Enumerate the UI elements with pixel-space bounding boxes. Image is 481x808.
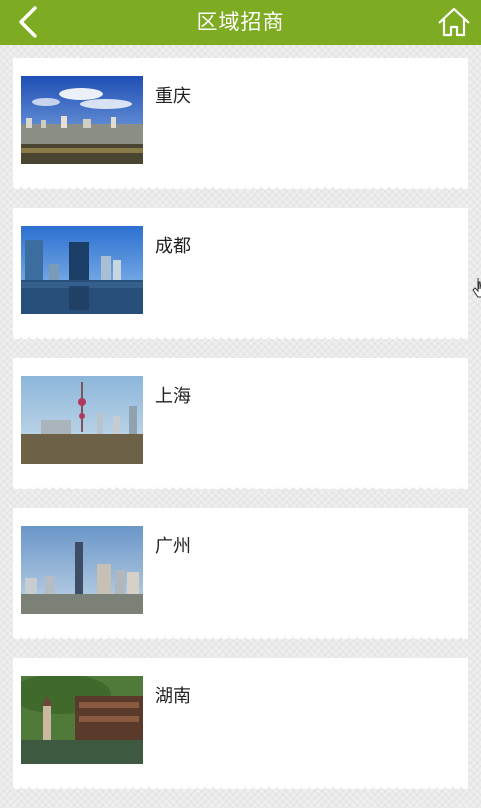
hand-pointer-icon	[472, 278, 481, 298]
page-title: 区域招商	[196, 10, 285, 34]
region-item-shanghai[interactable]: 上海	[13, 358, 468, 493]
region-item-guangzhou[interactable]: 广州	[13, 508, 468, 643]
region-name: 湖南	[155, 686, 191, 707]
region-list: 重庆 成都 上海 广州 湖南	[13, 58, 468, 808]
chengdu-city-image	[21, 226, 143, 314]
chongqing-city-image	[21, 76, 143, 164]
region-name: 上海	[155, 386, 191, 407]
region-name: 重庆	[155, 86, 191, 107]
home-icon[interactable]	[434, 3, 474, 41]
region-item-hunan[interactable]: 湖南	[13, 658, 468, 793]
guangzhou-city-image	[21, 526, 143, 614]
region-item-chongqing[interactable]: 重庆	[13, 58, 468, 193]
hunan-city-image	[21, 676, 143, 764]
app-header: 区域招商	[0, 0, 481, 45]
region-item-chengdu[interactable]: 成都	[13, 208, 468, 343]
shanghai-city-image	[21, 376, 143, 464]
region-name: 成都	[155, 236, 191, 257]
region-name: 广州	[155, 536, 191, 557]
